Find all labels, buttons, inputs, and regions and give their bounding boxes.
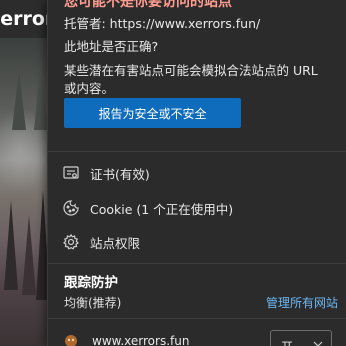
site-favicon-icon <box>64 334 78 346</box>
site-permissions-label: 站点权限 <box>90 235 141 251</box>
cookie-label: Cookie (1 个正在使用中) <box>90 201 234 217</box>
warning-title: 您可能不是你要访问的站点 <box>64 0 232 10</box>
tracking-level: 均衡(推荐) <box>64 296 122 310</box>
divider <box>48 263 346 264</box>
manage-all-sites-link[interactable]: 管理所有网站 <box>266 294 338 311</box>
tracking-site-row: www.xerrors.fun <box>64 334 189 346</box>
site-info-flyout: 您可能不是你要访问的站点 托管者: https://www.xerrors.fu… <box>47 0 346 346</box>
certificate-label: 证书(有效) <box>90 166 150 182</box>
address-question: 此地址是否正确? <box>64 39 159 54</box>
browser-viewport: xerrors 您可能不是你要访问的站点 托管者: https://www.xe… <box>0 0 346 346</box>
certificate-icon <box>62 164 80 182</box>
cookie-row[interactable]: Cookie (1 个正在使用中) <box>62 197 233 219</box>
tree-silhouette <box>34 60 48 130</box>
certificate-row[interactable]: 证书(有效) <box>62 162 150 184</box>
tree-silhouette <box>4 200 18 290</box>
host-info: 托管者: https://www.xerrors.fun/ <box>64 16 261 31</box>
chevron-down-icon <box>313 341 323 346</box>
tracking-toggle-value: 开 <box>281 338 293 346</box>
tracking-prevention-title: 跟踪防护 <box>64 275 118 291</box>
divider <box>48 151 346 152</box>
tree-silhouette <box>22 215 36 295</box>
gear-icon <box>62 233 80 251</box>
divider <box>48 318 346 319</box>
site-permissions-row[interactable]: 站点权限 <box>62 231 140 253</box>
tree-silhouette <box>12 70 26 130</box>
tracking-site-name: www.xerrors.fun <box>92 334 190 346</box>
tracking-toggle-select[interactable]: 开 <box>270 330 332 346</box>
cookie-icon <box>62 199 80 217</box>
report-safety-button[interactable]: 报告为安全或不安全 <box>64 98 241 128</box>
warning-explanation: 某些潜在有害站点可能会模拟合法站点的 URL 或内容。 <box>64 63 318 96</box>
